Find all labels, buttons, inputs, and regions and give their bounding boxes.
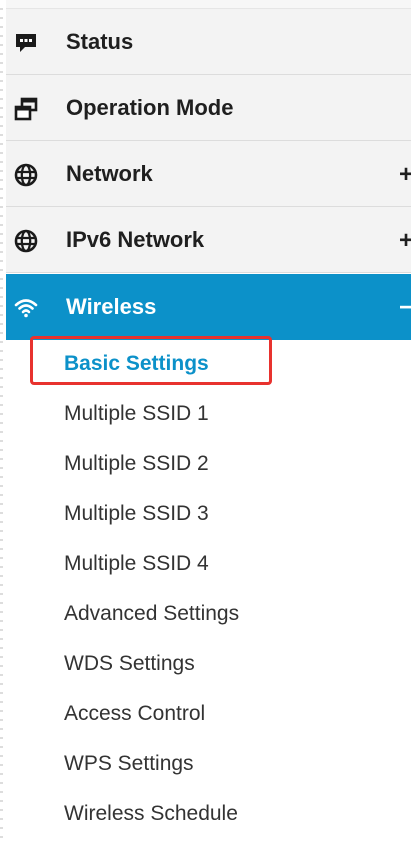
menu-item-wireless[interactable]: Wireless − <box>6 274 411 340</box>
submenu-item-basic-settings[interactable]: Basic Settings <box>64 349 209 379</box>
left-edge-dots <box>0 8 3 843</box>
submenu-item-wds-settings[interactable]: WDS Settings <box>64 649 195 679</box>
globe-icon <box>14 229 38 253</box>
collapse-icon[interactable]: − <box>399 274 411 340</box>
submenu-item-wps-settings[interactable]: WPS Settings <box>64 749 194 779</box>
submenu-item-wireless-schedule[interactable]: Wireless Schedule <box>64 799 238 829</box>
menu-item-ipv6-network[interactable]: IPv6 Network + <box>6 207 411 273</box>
menu-item-operation-mode[interactable]: Operation Mode <box>6 75 411 141</box>
submenu-item-multiple-ssid-2[interactable]: Multiple SSID 2 <box>64 449 209 479</box>
menu-item-label: Status <box>66 29 134 54</box>
globe-icon <box>14 163 38 187</box>
wifi-icon <box>14 299 38 318</box>
menu-item-label: IPv6 Network <box>66 227 205 252</box>
sidebar-menu: Status Operation Mode Network + IPv6 Net <box>0 0 411 843</box>
expand-icon[interactable]: + <box>399 141 411 207</box>
submenu-item-multiple-ssid-3[interactable]: Multiple SSID 3 <box>64 499 209 529</box>
submenu-item-multiple-ssid-1[interactable]: Multiple SSID 1 <box>64 399 209 429</box>
submenu-item-advanced-settings[interactable]: Advanced Settings <box>64 599 239 629</box>
chat-bubble-icon <box>16 34 36 52</box>
menu-item-status[interactable]: Status <box>6 9 411 75</box>
submenu-item-access-control[interactable]: Access Control <box>64 699 205 729</box>
menu-item-label: Wireless <box>66 294 157 319</box>
menu-item-label: Network <box>66 161 153 186</box>
window-swap-icon <box>14 97 38 121</box>
submenu-item-multiple-ssid-4[interactable]: Multiple SSID 4 <box>64 549 209 579</box>
menu-item-network[interactable]: Network + <box>6 141 411 207</box>
top-edge <box>6 0 411 9</box>
menu-item-label: Operation Mode <box>66 95 234 120</box>
expand-icon[interactable]: + <box>399 207 411 273</box>
